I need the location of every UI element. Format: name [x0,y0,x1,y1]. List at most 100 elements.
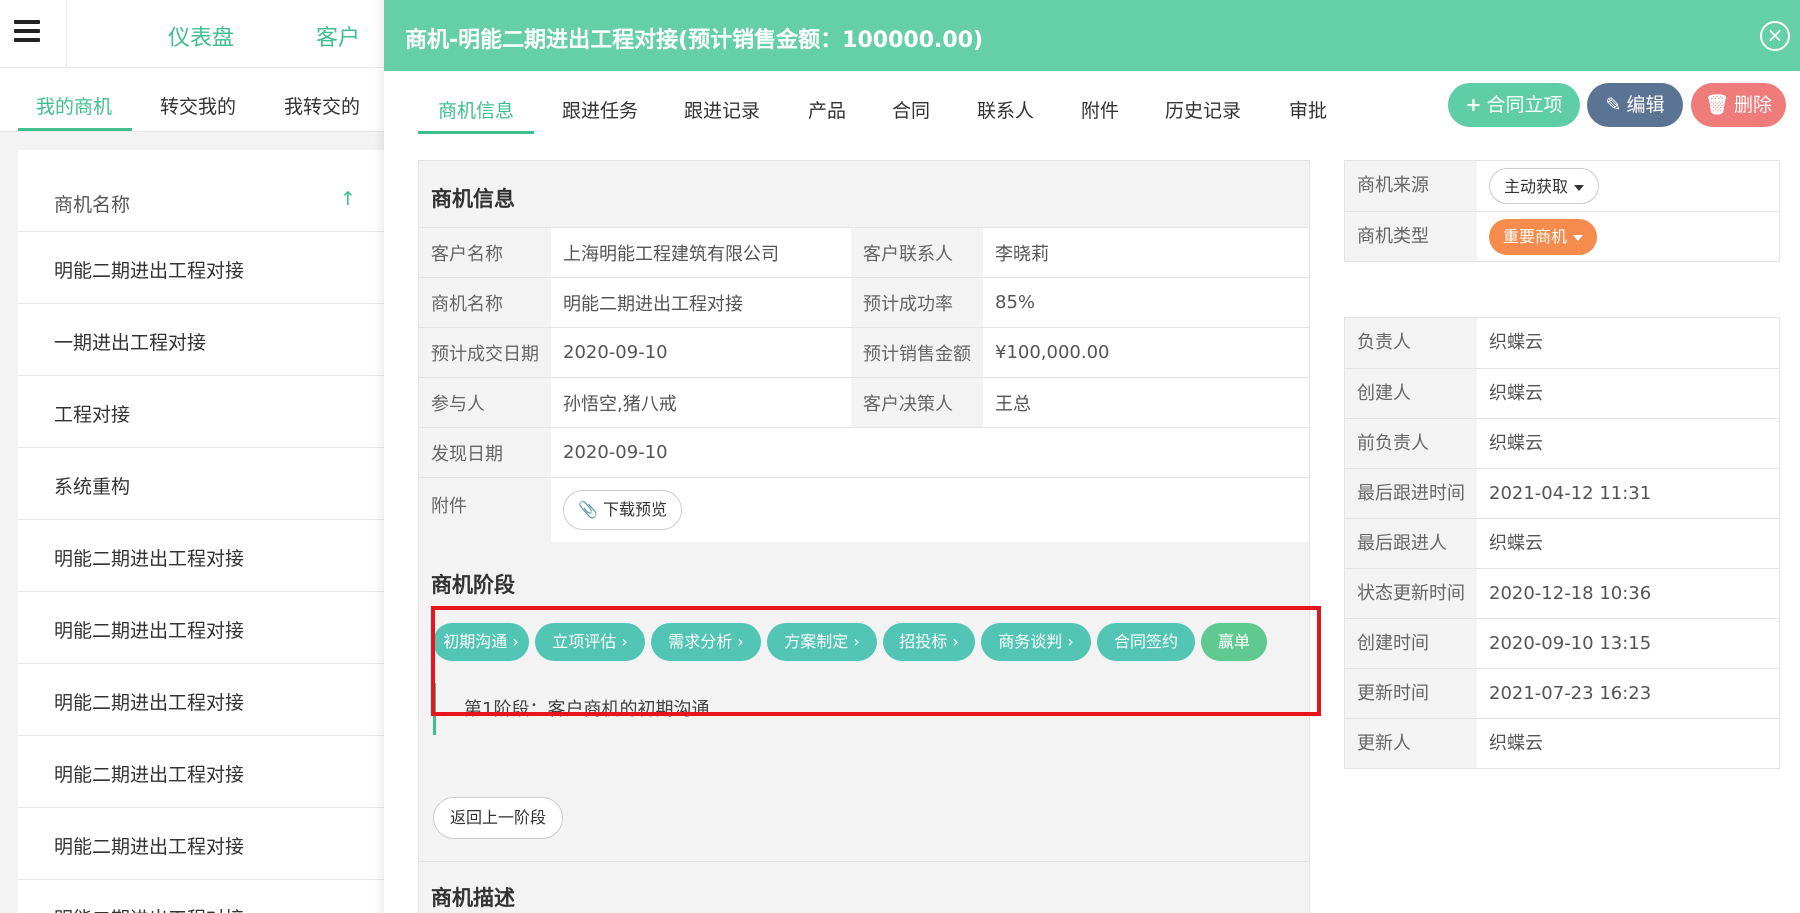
type-dropdown[interactable]: 重要商机 [1489,219,1598,255]
stage-contract-signing[interactable]: 合同签约 [1097,623,1195,661]
meta-value: 2020-12-18 10:36 [1489,583,1652,604]
list-item[interactable]: 明能二期进出工程对接 [18,808,418,880]
decision-maker-label: 客户决策人 [851,377,983,428]
edit-button[interactable]: ✎ 编辑 [1587,83,1683,127]
success-rate-value: 85% [983,277,1309,328]
decision-maker-value: 王总 [983,377,1309,428]
meta-info-panel: 负责人 织蝶云 创建人 织蝶云 前负责人 织蝶云 最后跟进时间 2021-04-12 1… [1344,317,1780,769]
list-item-label: 明能二期进出工程对接 [54,904,244,913]
info-table: 客户名称 上海明能工程建筑有限公司 客户联系人 李晓莉 商机名称 明能二期进出工… [419,227,1309,542]
tab-contracts[interactable]: 合同 [892,96,930,123]
nav-dashboard[interactable]: 仪表盘 [168,20,234,52]
drawer-title: 商机-明能二期进出工程对接(预计销售金额：100000.00) [405,28,984,53]
tab-transferred-by-me[interactable]: 我转交的 [284,92,360,119]
paperclip-icon: 📎 [578,499,598,519]
meta-value: 织蝶云 [1489,433,1543,454]
sort-icon[interactable]: ↑ [340,188,356,210]
close-date-value: 2020-09-10 [551,327,851,378]
meta-label: 最后跟进时间 [1345,469,1477,518]
list-item[interactable]: 明能二期进出工程对接 [18,592,418,664]
opp-name-value: 明能二期进出工程对接 [551,277,851,328]
tab-attachments[interactable]: 附件 [1081,96,1119,123]
sub-tabs: 我的商机 转交我的 我转交的 [0,68,400,132]
meta-value: 织蝶云 [1489,733,1543,754]
tab-transferred-to-me[interactable]: 转交我的 [160,92,236,119]
trash-icon: 🗑 [1704,94,1730,116]
close-icon[interactable]: × [1760,21,1790,51]
list-item[interactable]: 明能二期进出工程对接 [18,880,418,913]
list-item-label: 明能二期进出工程对接 [54,764,245,786]
source-value: 主动获取 [1504,177,1569,196]
meta-value: 织蝶云 [1489,383,1543,404]
column-header-name[interactable]: 商机名称 [54,190,130,217]
download-preview-button[interactable]: 📎 下载预览 [563,489,683,530]
list-item[interactable]: 工程对接 [18,376,418,448]
source-label: 商机来源 [1345,161,1477,211]
delete-button[interactable]: 🗑 删除 [1691,83,1786,127]
list-item-label: 明能二期进出工程对接 [54,620,245,642]
meta-row: 创建时间 2020-09-10 13:15 [1345,618,1779,668]
stage-won[interactable]: 赢单 [1201,623,1267,661]
meta-row: 负责人 织蝶云 [1345,318,1779,368]
meta-label: 更新人 [1345,719,1477,768]
close-date-label: 预计成交日期 [419,327,551,378]
nav-customer[interactable]: 客户 [316,20,360,52]
stage-initial-communication[interactable]: 初期沟通 › [433,623,529,661]
plus-icon: + [1465,94,1482,116]
meta-label: 状态更新时间 [1345,569,1477,618]
meta-label: 更新时间 [1345,669,1477,718]
meta-row: 创建人 织蝶云 [1345,368,1779,418]
meta-value: 织蝶云 [1489,332,1543,353]
tab-history[interactable]: 历史记录 [1165,96,1241,123]
list-item[interactable]: 明能二期进出工程对接 [18,520,418,592]
list-item[interactable]: 明能二期进出工程对接 [18,736,418,808]
type-label: 商机类型 [1345,212,1477,261]
caret-down-icon [1574,184,1585,191]
active-tab-indicator [18,128,132,131]
type-row: 商机类型 重要商机 [1345,211,1779,261]
stage-bidding[interactable]: 招投标 › [883,623,975,661]
list-header: 商机名称 ↑ [18,150,418,232]
edit-icon: ✎ [1605,94,1622,116]
list-item[interactable]: 一期进出工程对接 [18,304,418,376]
list-item-label: 明能二期进出工程对接 [54,692,245,714]
section-title-stage: 商机阶段 [431,573,515,597]
list-item-label: 明能二期进出工程对接 [54,260,245,282]
participants-value: 孙悟空,猪八戒 [551,377,851,428]
previous-stage-button[interactable]: 返回上一阶段 [433,797,564,839]
list-item-label: 明能二期进出工程对接 [54,548,245,570]
tab-contacts[interactable]: 联系人 [977,96,1034,123]
description-section: 商机描述 [419,861,1309,913]
stage-negotiation[interactable]: 商务谈判 › [981,623,1091,661]
tab-my-opportunities[interactable]: 我的商机 [36,92,112,119]
section-title-info: 商机信息 [431,187,515,211]
opp-name-label: 商机名称 [419,277,551,328]
section-title-description: 商机描述 [431,886,515,910]
customer-name-label: 客户名称 [419,227,551,278]
contact-label: 客户联系人 [851,227,983,278]
source-dropdown[interactable]: 主动获取 [1489,168,1600,204]
stage-solution-design[interactable]: 方案制定 › [767,623,877,661]
contract-setup-button[interactable]: + 合同立项 [1448,83,1580,127]
list-item[interactable]: 明能二期进出工程对接 [18,232,418,304]
source-type-panel: 商机来源 主动获取 商机类型 重要商机 [1344,160,1780,262]
source-row: 商机来源 主动获取 [1345,161,1779,211]
menu-icon[interactable] [14,20,40,42]
stage-project-evaluation[interactable]: 立项评估 › [535,623,645,661]
meta-label: 负责人 [1345,318,1477,368]
tab-products[interactable]: 产品 [808,96,846,123]
tab-approval[interactable]: 审批 [1289,96,1327,123]
list-item-label: 系统重构 [54,476,131,498]
attachment-label: 附件 [419,477,551,542]
meta-row: 更新时间 2021-07-23 16:23 [1345,668,1779,718]
tab-follow-records[interactable]: 跟进记录 [684,96,760,123]
tab-opportunity-info[interactable]: 商机信息 [438,96,514,123]
list-item[interactable]: 系统重构 [18,448,418,520]
meta-row: 最后跟进人 织蝶云 [1345,518,1779,568]
opportunity-detail-drawer: 商机-明能二期进出工程对接(预计销售金额：100000.00) × 商机信息 跟… [384,0,1800,913]
success-rate-label: 预计成功率 [851,277,983,328]
tab-follow-tasks[interactable]: 跟进任务 [562,96,638,123]
opportunity-list: 商机名称 ↑ 明能二期进出工程对接 一期进出工程对接 工程对接 系统重构 明能二… [18,150,418,913]
stage-requirement-analysis[interactable]: 需求分析 › [651,623,761,661]
list-item[interactable]: 明能二期进出工程对接 [18,664,418,736]
